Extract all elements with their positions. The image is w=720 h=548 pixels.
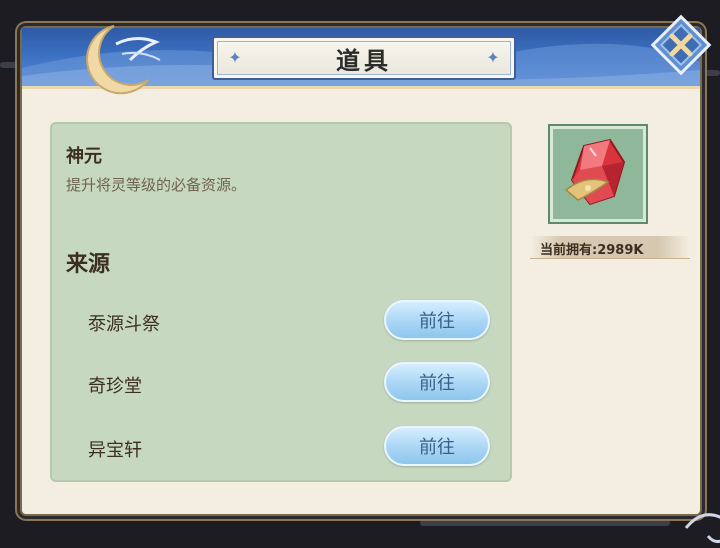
item-icon-frame (548, 124, 648, 224)
source-row: 奇珍堂 前往 (50, 360, 512, 410)
source-heading: 来源 (66, 252, 111, 277)
owned-count: 当前拥有:2989K (540, 243, 644, 258)
item-name: 神元 (66, 146, 102, 167)
close-x-icon (650, 14, 712, 76)
red-crystal-icon (564, 138, 626, 206)
source-label: 奇珍堂 (88, 376, 142, 397)
go-button[interactable]: 前往 (384, 362, 490, 402)
crescent-moon-icon (86, 25, 161, 95)
star-icon: ✦ (486, 48, 500, 67)
source-row: 异宝轩 前往 (50, 424, 512, 474)
close-button[interactable] (650, 14, 712, 76)
title-plaque: ✦ 道具 ✦ (212, 36, 516, 80)
source-row: 沗源斗祭 前往 (50, 298, 512, 348)
star-icon: ✦ (228, 48, 242, 67)
source-label: 异宝轩 (88, 440, 142, 461)
backdrop-streak (420, 520, 670, 526)
go-button[interactable]: 前往 (384, 300, 490, 340)
go-button[interactable]: 前往 (384, 426, 490, 466)
item-dialog: ✦ 道具 ✦ 神元 提升将灵等级的必备资源。 来源 沗源斗祭 前往 奇珍堂 前往… (20, 14, 720, 543)
item-info-panel: 神元 提升将灵等级的必备资源。 来源 沗源斗祭 前往 奇珍堂 前往 异宝轩 前往 (50, 122, 512, 482)
page-title: 道具 (336, 45, 392, 75)
swirl-decoration (684, 513, 720, 543)
source-label: 沗源斗祭 (88, 314, 160, 335)
item-description: 提升将灵等级的必备资源。 (66, 176, 247, 194)
